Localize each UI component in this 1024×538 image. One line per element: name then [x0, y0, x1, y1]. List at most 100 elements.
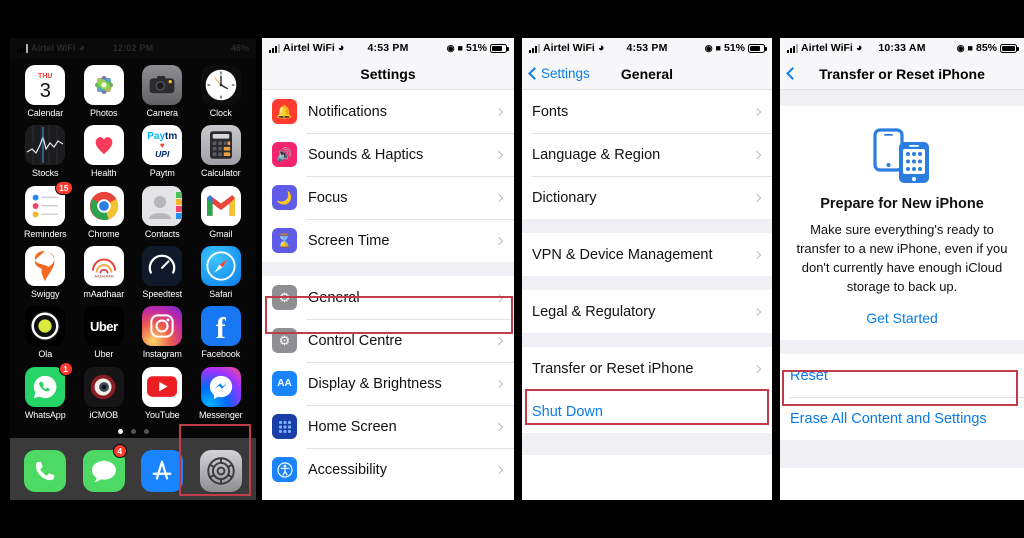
health-icon	[83, 125, 124, 166]
settings-row-general[interactable]: ⚙ General	[262, 276, 514, 319]
general-row-vpn-device-management[interactable]: VPN & Device Management	[522, 233, 772, 276]
app-calendar[interactable]: THU 3 Calendar	[16, 62, 75, 122]
app-whatsapp[interactable]: 1 WhatsApp	[16, 361, 75, 424]
app-facebook[interactable]: f Facebook	[192, 303, 251, 363]
dock-app-settings[interactable]: Settings	[199, 447, 242, 492]
row-label: Accessibility	[308, 461, 387, 478]
app-clock[interactable]: Clock	[192, 62, 251, 122]
app-stocks[interactable]: Stocks	[16, 122, 75, 182]
battery-percent-label: 51%	[465, 42, 487, 54]
clock-label: 12:02 PM	[112, 43, 154, 53]
general-row-dictionary[interactable]: Dictionary	[522, 176, 772, 219]
app-paytm[interactable]: Paytm ♥ UPI Paytm	[133, 122, 192, 182]
app-instagram[interactable]: Instagram	[133, 303, 192, 363]
app-speedtest[interactable]: Speedtest	[133, 243, 192, 303]
row-label: Home Screen	[308, 418, 397, 435]
back-button[interactable]	[786, 67, 799, 80]
settings-gear-icon	[199, 449, 242, 492]
app-uber[interactable]: Uber Uber	[75, 303, 134, 363]
camera-icon	[142, 65, 183, 105]
settings-group-a: 🔔 Notifications 🔊 Sounds & Haptics 🌙 Foc…	[262, 90, 514, 262]
home-status-bar: Airtel WiFi ◕ 12:02 PM 46%	[10, 38, 256, 58]
calendar-date: 3	[39, 80, 51, 102]
iphone-home-screen-panel: Airtel WiFi ◕ 12:02 PM 46% THU 3 Calenda…	[10, 38, 256, 500]
settings-row-focus[interactable]: 🌙 Focus	[262, 176, 514, 219]
row-label: Display & Brightness	[308, 375, 442, 392]
app-label: Calculator	[200, 168, 241, 179]
clock-label: 4:53 PM	[367, 42, 409, 54]
carrier-label: Airtel WiFi	[31, 43, 76, 53]
icmob-icon	[83, 366, 124, 407]
signal-bars-icon	[17, 43, 28, 53]
battery-icon	[748, 43, 767, 53]
general-row-transfer-or-reset-iphone[interactable]: Transfer or Reset iPhone	[522, 347, 772, 390]
signal-bars-icon	[529, 43, 540, 53]
bell-icon: 🔔	[272, 99, 297, 124]
group-separator	[780, 90, 1024, 106]
prepare-heading: Prepare for New iPhone	[820, 196, 984, 212]
settings-row-home-screen[interactable]: Home Screen	[262, 405, 514, 448]
app-chrome[interactable]: Chrome	[75, 183, 134, 243]
row-label: Legal & Regulatory	[532, 303, 656, 320]
app-label: Safari	[209, 288, 233, 299]
chevron-right-icon	[752, 307, 762, 316]
settings-row-screen-time[interactable]: ⌛ Screen Time	[262, 219, 514, 262]
app-label: Chrome	[88, 228, 120, 239]
general-row-language-region[interactable]: Language & Region	[522, 133, 772, 176]
group-separator	[522, 219, 772, 233]
general-status-bar: Airtel WiFi ◕ 4:53 PM ◉ ■ 51%	[522, 38, 772, 58]
page-title: Transfer or Reset iPhone	[819, 65, 985, 82]
two-phones-icon	[794, 126, 1010, 184]
transfer-row-reset[interactable]: Reset	[780, 354, 1024, 397]
transfer-or-reset-panel: Airtel WiFi ◕ 10:33 AM ◉ ■ 85% Transfer …	[780, 38, 1024, 500]
back-to-settings-button[interactable]: Settings	[528, 66, 590, 81]
page-indicator-dots[interactable]	[10, 424, 256, 438]
settings-row-display-brightness[interactable]: AA Display & Brightness	[262, 362, 514, 405]
app-label: Facebook	[201, 349, 241, 360]
app-gmail[interactable]: Gmail	[192, 183, 251, 243]
app-contacts[interactable]: Contacts	[133, 183, 192, 243]
app-ola[interactable]: Ola	[16, 303, 75, 363]
battery-icon	[1000, 43, 1019, 53]
home-app-grid: THU 3 Calendar Photos Camera Clock Stock…	[10, 58, 256, 424]
app-calculator[interactable]: Calculator	[192, 122, 251, 182]
dock-app-phone[interactable]: Phone	[24, 447, 67, 492]
dock-app-messages[interactable]: 4 Messages	[82, 443, 127, 492]
settings-row-sounds-haptics[interactable]: 🔊 Sounds & Haptics	[262, 133, 514, 176]
chevron-right-icon	[494, 236, 504, 245]
app-label: Paytm	[149, 168, 175, 179]
general-group-d: Transfer or Reset iPhone Shut Down	[522, 347, 772, 433]
settings-row-control-centre[interactable]: ⚙ Control Centre	[262, 319, 514, 362]
app-camera[interactable]: Camera	[133, 62, 192, 122]
app-icmob[interactable]: iCMOB	[75, 364, 134, 424]
general-row-shut-down[interactable]: Shut Down	[522, 390, 772, 433]
gmail-icon	[200, 185, 241, 226]
chevron-right-icon	[752, 193, 762, 202]
general-row-legal-regulatory[interactable]: Legal & Regulatory	[522, 290, 772, 333]
app-label: Gmail	[209, 228, 233, 239]
app-health[interactable]: Health	[75, 122, 134, 182]
settings-row-notifications[interactable]: 🔔 Notifications	[262, 90, 514, 133]
app-reminders[interactable]: 15 Reminders	[16, 180, 75, 243]
get-started-link[interactable]: Get Started	[794, 310, 1010, 326]
general-panel: Airtel WiFi ◕ 4:53 PM ◉ ■ 51% Settings G…	[522, 38, 772, 500]
row-label: Erase All Content and Settings	[790, 410, 987, 427]
page-dot[interactable]	[117, 428, 123, 434]
general-row-fonts[interactable]: Fonts	[522, 90, 772, 133]
badge-count: 1	[58, 361, 73, 376]
app-youtube[interactable]: YouTube	[133, 364, 192, 424]
app-maadhaar[interactable]: AADHAAR mAadhaar	[75, 243, 134, 303]
page-dot[interactable]	[130, 428, 136, 434]
dock-app-app-store[interactable]: App Store	[141, 447, 184, 492]
page-dot[interactable]	[143, 428, 149, 434]
app-messenger[interactable]: Messenger	[192, 364, 251, 424]
app-safari[interactable]: Safari	[192, 243, 251, 303]
photos-icon	[83, 65, 124, 105]
settings-row-accessibility[interactable]: Accessibility	[262, 448, 514, 491]
row-label: Shut Down	[532, 403, 603, 420]
transfer-row-erase-all-content-and-settings[interactable]: Erase All Content and Settings	[780, 397, 1024, 440]
app-swiggy[interactable]: Swiggy	[16, 243, 75, 303]
app-label: Messenger	[198, 409, 243, 420]
app-photos[interactable]: Photos	[75, 62, 134, 122]
chevron-left-icon	[528, 67, 541, 80]
